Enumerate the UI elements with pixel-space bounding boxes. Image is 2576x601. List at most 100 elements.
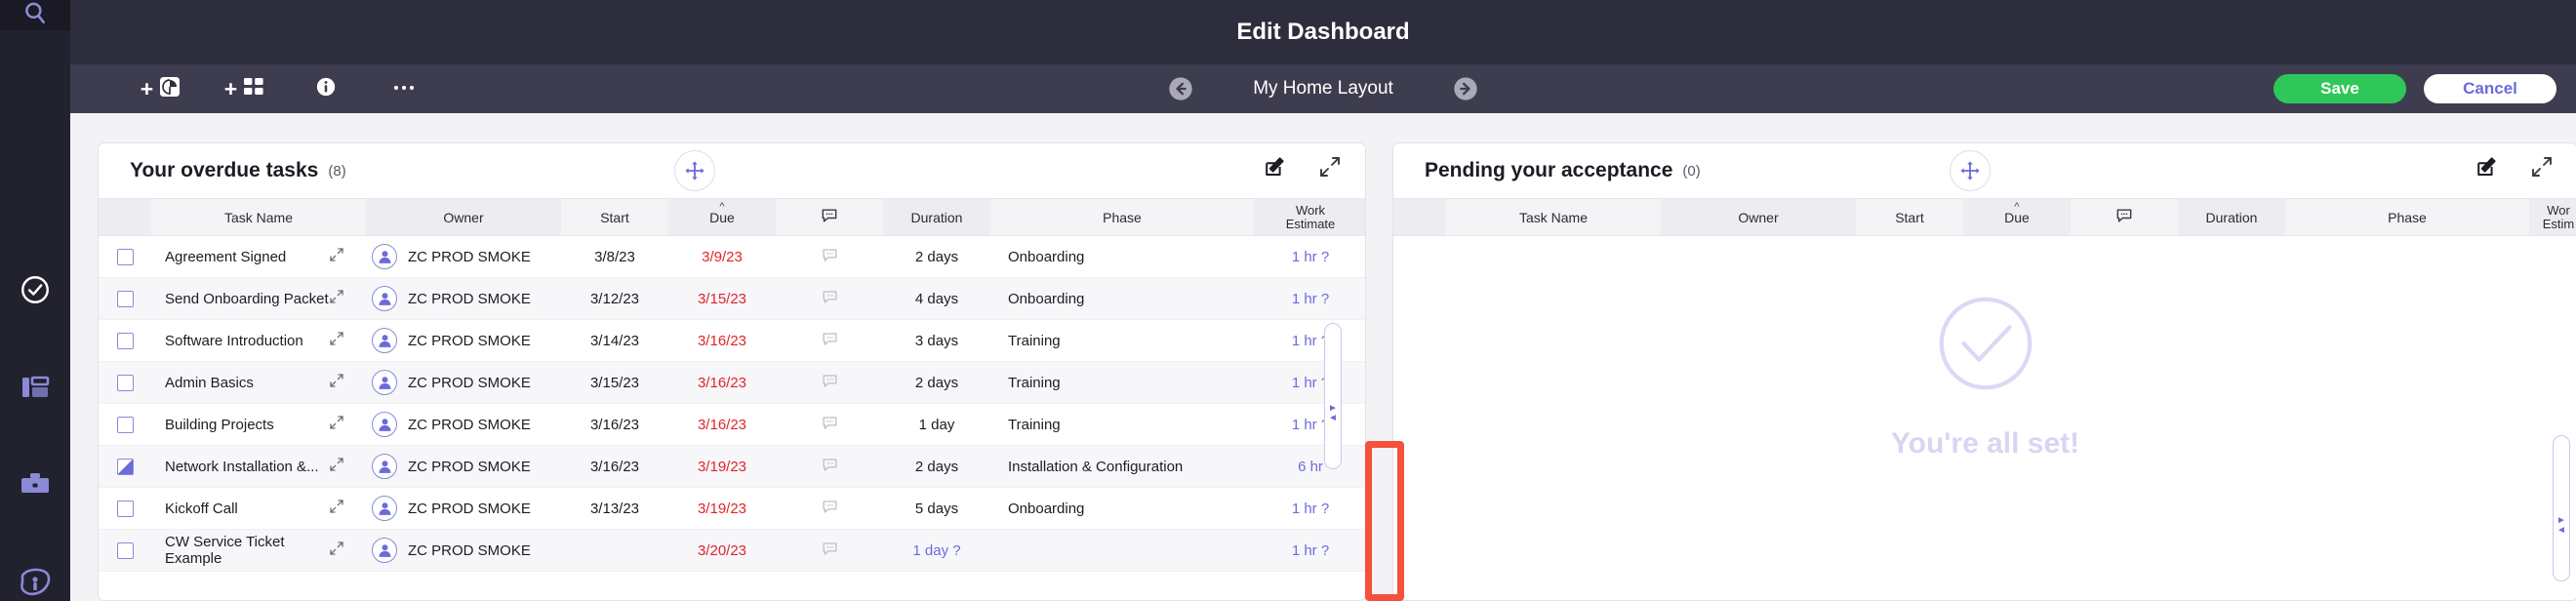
cell-comments[interactable]	[776, 277, 883, 320]
cell-task-name[interactable]: Agreement Signed	[151, 235, 366, 278]
cell-work-estimate[interactable]: 1 hr ?	[1254, 319, 1365, 362]
cell-task-name[interactable]: CW Service Ticket Example	[151, 529, 366, 572]
table-row[interactable]: CW Service Ticket Example ZC PROD SMOKE 3/…	[99, 529, 1365, 572]
comment-icon[interactable]	[821, 374, 839, 394]
pending-vertical-scrollbar[interactable]: ► ◄	[2553, 435, 2570, 581]
expand-row-icon[interactable]	[329, 289, 344, 308]
cell-work-estimate[interactable]: 1 hr ?	[1254, 235, 1365, 278]
add-chart-button[interactable]: +	[119, 64, 203, 113]
comment-icon[interactable]	[821, 458, 839, 478]
cell-comments[interactable]	[776, 403, 883, 446]
col-comments[interactable]	[2071, 198, 2178, 236]
search-button[interactable]	[0, 0, 70, 30]
row-checkbox[interactable]	[116, 500, 134, 517]
cell-comments[interactable]	[776, 361, 883, 404]
table-row[interactable]: Building Projects ZC PROD SMOKE 3/16/23 3/1…	[99, 403, 1365, 446]
table-row[interactable]: Network Installation &... ZC PROD SMOKE 3/…	[99, 445, 1365, 488]
row-checkbox-cell[interactable]	[99, 277, 151, 320]
row-checkbox-cell[interactable]	[99, 529, 151, 572]
cell-task-name[interactable]: Send Onboarding Packet	[151, 277, 366, 320]
cell-work-estimate[interactable]: 1 hr ?	[1254, 529, 1365, 572]
col-task-name[interactable]: Task Name	[151, 198, 366, 236]
info-button[interactable]	[287, 64, 365, 113]
cell-task-name[interactable]: Admin Basics	[151, 361, 366, 404]
expand-row-icon[interactable]	[329, 331, 344, 350]
row-checkbox[interactable]	[116, 541, 134, 559]
comment-icon[interactable]	[821, 416, 839, 436]
comment-icon[interactable]	[821, 248, 839, 268]
row-checkbox[interactable]	[116, 248, 134, 265]
cell-work-estimate[interactable]: 1 hr ?	[1254, 277, 1365, 320]
col-start[interactable]: Start	[1856, 198, 1963, 236]
cell-comments[interactable]	[776, 487, 883, 530]
row-checkbox[interactable]	[116, 332, 134, 349]
col-work-estimate[interactable]: Wor Estim	[2529, 198, 2576, 236]
row-checkbox-cell[interactable]	[99, 487, 151, 530]
row-checkbox-cell[interactable]	[99, 403, 151, 446]
table-row[interactable]: Kickoff Call ZC PROD SMOKE 3/13/23 3/19/23 5…	[99, 487, 1365, 530]
row-checkbox-cell[interactable]	[99, 319, 151, 362]
cell-comments[interactable]	[776, 235, 883, 278]
col-comments[interactable]	[776, 198, 883, 236]
row-checkbox[interactable]	[116, 374, 134, 391]
expand-row-icon[interactable]	[329, 499, 344, 518]
table-row[interactable]: Software Introduction ZC PROD SMOKE 3/14/2…	[99, 319, 1365, 362]
move-handle-icon[interactable]	[674, 150, 715, 191]
col-owner[interactable]: Owner	[1661, 198, 1856, 236]
col-owner[interactable]: Owner	[366, 198, 561, 236]
overdue-vertical-scrollbar[interactable]: ► ◄	[1324, 323, 1342, 469]
comment-icon[interactable]	[821, 332, 839, 352]
sidebar-item-tasks[interactable]	[12, 268, 59, 315]
expand-diagonal-icon[interactable]	[2530, 155, 2554, 183]
cell-comments[interactable]	[776, 445, 883, 488]
col-task-name[interactable]: Task Name	[1446, 198, 1661, 236]
row-checkbox[interactable]	[116, 290, 134, 307]
cell-work-estimate[interactable]: 6 hr	[1254, 445, 1365, 488]
cancel-button[interactable]: Cancel	[2424, 74, 2556, 103]
table-row[interactable]: Send Onboarding Packet ZC PROD SMOKE 3/12/…	[99, 277, 1365, 320]
expand-row-icon[interactable]	[329, 541, 344, 560]
move-handle-icon[interactable]	[1950, 150, 1991, 191]
col-select-all[interactable]	[99, 198, 151, 236]
col-select-all[interactable]	[1393, 198, 1446, 236]
more-options-button[interactable]	[365, 64, 443, 113]
save-button[interactable]: Save	[2274, 74, 2406, 103]
cell-task-name[interactable]: Network Installation &...	[151, 445, 366, 488]
table-row[interactable]: Admin Basics ZC PROD SMOKE 3/15/23 3/16/23 2…	[99, 361, 1365, 404]
cell-work-estimate[interactable]: 1 hr ?	[1254, 487, 1365, 530]
cell-task-name[interactable]: Kickoff Call	[151, 487, 366, 530]
table-row[interactable]: Agreement Signed ZC PROD SMOKE 3/8/23 3/9/2…	[99, 235, 1365, 278]
expand-row-icon[interactable]	[329, 247, 344, 266]
cell-work-estimate[interactable]: 1 hr ?	[1254, 361, 1365, 404]
sidebar-item-projects[interactable]	[12, 463, 59, 510]
edit-pencil-icon[interactable]	[1264, 155, 1287, 183]
arrow-left-circle-icon[interactable]	[1167, 75, 1194, 102]
add-widget-button[interactable]: +	[203, 64, 287, 113]
sidebar-item-dashboard[interactable]	[12, 366, 59, 413]
expand-row-icon[interactable]	[329, 457, 344, 476]
col-work-estimate[interactable]: Work Estimate	[1254, 198, 1365, 236]
edit-pencil-icon[interactable]	[2475, 155, 2499, 183]
row-checkbox[interactable]	[116, 416, 134, 433]
expand-row-icon[interactable]	[329, 415, 344, 434]
col-due[interactable]: ^ Due	[1963, 198, 2071, 236]
col-duration[interactable]: Duration	[2178, 198, 2285, 236]
row-checkbox-cell[interactable]	[99, 235, 151, 278]
arrow-right-circle-icon[interactable]	[1452, 75, 1479, 102]
comment-icon[interactable]	[821, 500, 839, 520]
cell-task-name[interactable]: Building Projects	[151, 403, 366, 446]
col-phase[interactable]: Phase	[990, 198, 1254, 236]
sidebar-item-company-logo[interactable]	[12, 561, 59, 601]
cell-comments[interactable]	[776, 529, 883, 572]
cell-task-name[interactable]: Software Introduction	[151, 319, 366, 362]
comment-icon[interactable]	[821, 541, 839, 562]
row-checkbox-cell[interactable]	[99, 361, 151, 404]
comment-icon[interactable]	[821, 290, 839, 310]
expand-row-icon[interactable]	[329, 373, 344, 392]
row-checkbox-cell[interactable]	[99, 445, 151, 488]
col-phase[interactable]: Phase	[2285, 198, 2529, 236]
cell-comments[interactable]	[776, 319, 883, 362]
row-checkbox[interactable]	[116, 458, 134, 475]
col-start[interactable]: Start	[561, 198, 668, 236]
col-duration[interactable]: Duration	[883, 198, 990, 236]
